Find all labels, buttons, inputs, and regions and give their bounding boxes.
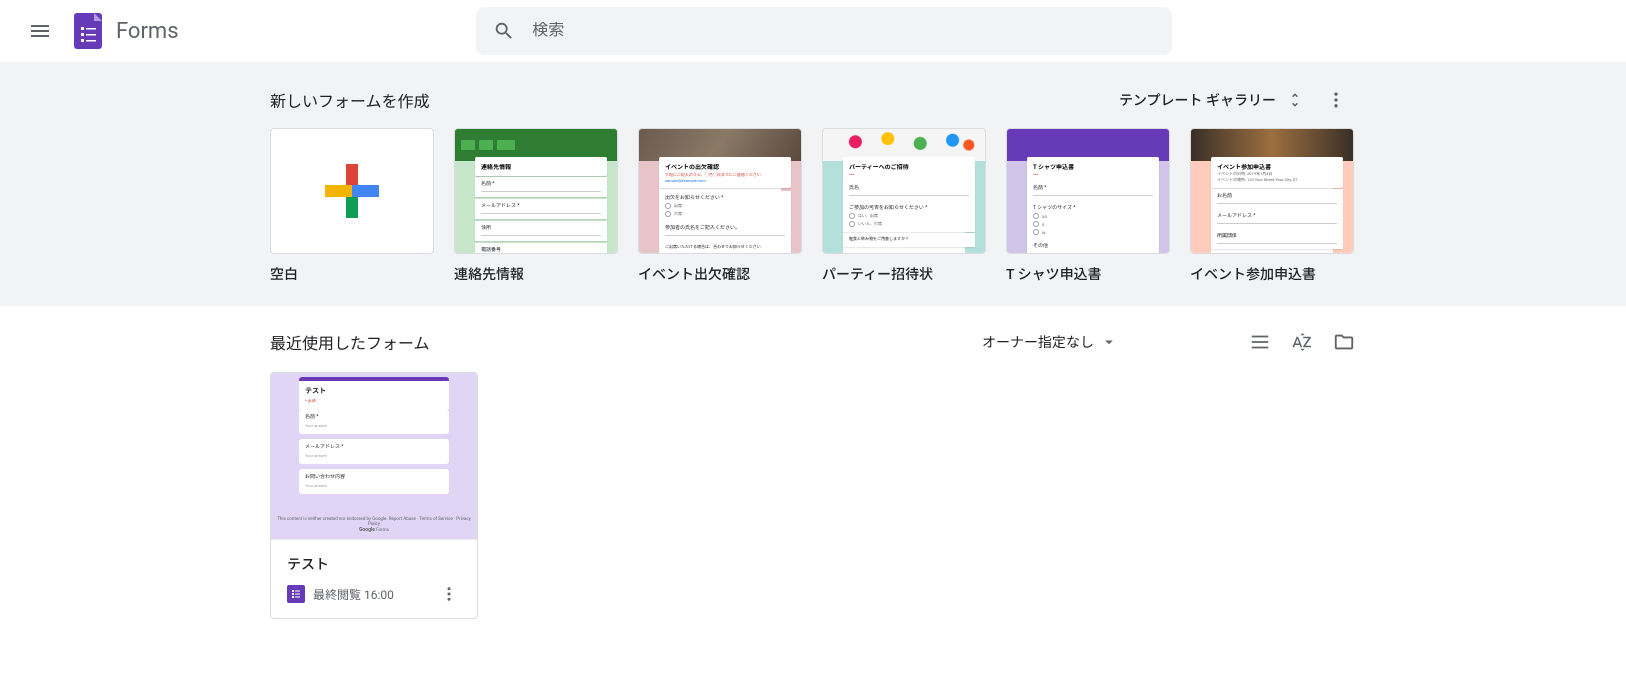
template-gallery-label: テンプレート ギャラリー [1119, 90, 1276, 110]
list-view-button[interactable] [1248, 330, 1272, 354]
recent-thumb: テスト* 必須 名前 *Your answer メールアドレス *Your an… [271, 373, 477, 539]
template-label: イベント出欠確認 [638, 264, 802, 284]
recent-section: 最近使用したフォーム オーナー指定なし テスト* 必須 名前 *Yo [0, 306, 1626, 637]
recent-info: テスト 最終閲覧 16:00 [271, 539, 477, 618]
recent-form-more-button[interactable] [437, 582, 461, 606]
owner-filter-label: オーナー指定なし [982, 332, 1094, 352]
templates-more-button[interactable] [1316, 80, 1356, 120]
template-label: 連絡先情報 [454, 264, 618, 284]
recent-form-meta: 最終閲覧 16:00 [313, 586, 394, 603]
app-name: Forms [116, 19, 179, 44]
recent-heading: 最近使用したフォーム [270, 330, 430, 354]
template-card-rsvp[interactable]: イベントの出欠確認下記にご記入のうえ、○月○日までにご返信くださいsample@… [638, 128, 802, 284]
template-label: パーティー招待状 [822, 264, 986, 284]
arrow-drop-down-icon [1100, 333, 1118, 351]
template-thumb: T シャツ申込書*** 名前 * T シャツのサイズ *XSSM その他 [1006, 128, 1170, 254]
more-vert-icon [1326, 90, 1346, 110]
list-icon [1249, 331, 1271, 353]
template-thumb: イベントの出欠確認下記にご記入のうえ、○月○日までにご返信くださいsample@… [638, 128, 802, 254]
template-thumb [270, 128, 434, 254]
template-thumb: イベント参加申込書イベントの日時: 2019年1月4日イベントの場所: 123 … [1190, 128, 1354, 254]
template-card-contact[interactable]: 連絡先情報 名前 * メールアドレス * 住所 電話番号 連絡先情報 [454, 128, 618, 284]
template-card-blank[interactable]: 空白 [270, 128, 434, 284]
view-controls [1248, 330, 1356, 354]
templates-section: 新しいフォームを作成 テンプレート ギャラリー 空白 [0, 62, 1626, 306]
more-vert-icon [440, 585, 458, 603]
forms-icon [287, 585, 305, 603]
unfold-icon [1286, 91, 1304, 109]
owner-filter-dropdown[interactable]: オーナー指定なし [972, 326, 1128, 358]
templates-grid: 空白 連絡先情報 名前 * メールアドレス * 住所 電話番号 [270, 128, 1356, 284]
app-header: Forms [0, 0, 1626, 62]
template-card-event-reg[interactable]: イベント参加申込書イベントの日時: 2019年1月4日イベントの場所: 123 … [1190, 128, 1354, 284]
template-label: 空白 [270, 264, 434, 284]
app-logo[interactable]: Forms [68, 11, 179, 51]
sort-button[interactable] [1290, 330, 1314, 354]
template-thumb: パーティーへのご招待*** 氏名 ご参加の可否をお知らせください *はい、出席い… [822, 128, 986, 254]
plus-icon [325, 164, 379, 218]
main-menu-button[interactable] [16, 7, 64, 55]
recent-header: 最近使用したフォーム オーナー指定なし [270, 324, 1356, 372]
templates-header: 新しいフォームを作成 テンプレート ギャラリー [270, 78, 1356, 128]
template-gallery-button[interactable]: テンプレート ギャラリー [1105, 82, 1310, 118]
recent-form-card[interactable]: テスト* 必須 名前 *Your answer メールアドレス *Your an… [270, 372, 478, 619]
search-bar[interactable] [476, 7, 1172, 55]
template-card-tshirt[interactable]: T シャツ申込書*** 名前 * T シャツのサイズ *XSSM その他 T シ… [1006, 128, 1170, 284]
sort-az-icon [1291, 331, 1313, 353]
template-label: イベント参加申込書 [1190, 264, 1354, 284]
search-icon [484, 11, 524, 51]
templates-actions: テンプレート ギャラリー [1105, 80, 1356, 120]
folder-icon [1333, 331, 1355, 353]
template-card-party[interactable]: パーティーへのご招待*** 氏名 ご参加の可否をお知らせください *はい、出席い… [822, 128, 986, 284]
search-input[interactable] [524, 22, 1164, 40]
open-picker-button[interactable] [1332, 330, 1356, 354]
forms-logo-icon [68, 11, 108, 51]
hamburger-icon [28, 19, 52, 43]
template-label: T シャツ申込書 [1006, 264, 1170, 284]
template-thumb: 連絡先情報 名前 * メールアドレス * 住所 電話番号 [454, 128, 618, 254]
templates-heading: 新しいフォームを作成 [270, 88, 430, 112]
recent-form-name: テスト [287, 554, 461, 574]
